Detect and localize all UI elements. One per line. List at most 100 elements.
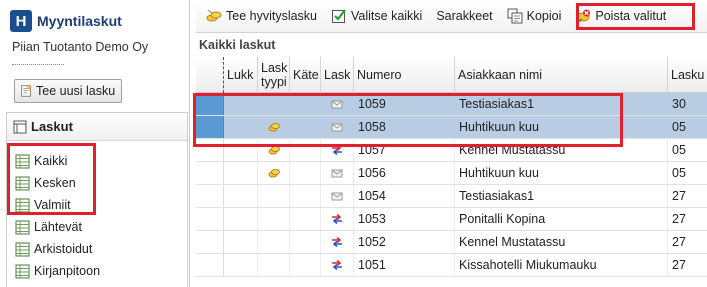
copy-button[interactable]: Kopioi [503,5,566,27]
cell-status [321,254,354,276]
cell-date: 05 [668,162,707,184]
sheet-icon [15,264,30,278]
cell-customer: Testiasiakas1 [455,93,668,115]
copy-icon [507,8,523,24]
cell-locked [224,93,258,115]
table-row[interactable]: 1053 Ponitalli Kopina 27 [196,208,707,231]
transfer-arrows-icon [332,214,342,224]
row-select-handle[interactable] [196,208,224,230]
company-name: Piian Tuotanto Demo Oy [12,40,149,54]
table-row[interactable]: 1054 Testiasiakas1 27 [196,185,707,208]
cell-invoice-type [258,162,290,184]
cell-locked [224,139,258,161]
envelope-icon [331,100,343,109]
nav-item-kaikki[interactable]: Kaikki [15,150,100,172]
row-select-handle[interactable] [196,231,224,253]
sheet-icon [15,220,30,234]
sidebar: H Myyntilaskut Piian Tuotanto Demo Oy Te… [0,0,190,287]
column-header-locked[interactable]: Lukk [224,57,258,93]
nav-item-kesken[interactable]: Kesken [15,172,100,194]
row-select-handle[interactable] [196,254,224,276]
coins-icon [268,169,280,178]
new-invoice-label: Tee uusi lasku [36,84,116,98]
invoices-nav-header[interactable]: Laskut [7,113,187,141]
new-invoice-button[interactable]: Tee uusi lasku [14,79,123,103]
delete-selected-button[interactable]: Poista valitut [571,5,670,27]
row-select-handle[interactable] [196,185,224,207]
cell-invoice-type [258,139,290,161]
coins-icon [268,123,280,132]
delete-icon [576,9,591,23]
nav-item-label: Kaikki [34,154,68,168]
envelope-icon [331,169,343,178]
cell-date: 27 [668,208,707,230]
column-header-customer[interactable]: Asiakkaan nimi [455,57,668,93]
nav-item-label: Valmiit [34,198,71,212]
app-header: H Myyntilaskut [10,10,122,32]
cell-date: 27 [668,185,707,207]
cell-cash [290,162,321,184]
credit-note-label: Tee hyvityslasku [226,9,318,23]
cell-cash [290,139,321,161]
cell-customer: Ponitalli Kopina [455,208,668,230]
column-header-number[interactable]: Numero [354,57,455,93]
nav-item-label: Lähtevät [34,220,82,234]
columns-button[interactable]: Sarakkeet [432,5,496,27]
checkbox-checked-icon [332,9,346,23]
cell-customer: Huhtikuun kuu [455,162,668,184]
columns-label: Sarakkeet [436,9,493,23]
cell-locked [224,231,258,253]
nav-item-arkistoidut[interactable]: Arkistoidut [15,238,100,260]
coins-icon [268,146,280,155]
toolbar: Tee hyvityslasku Valitse kaikki Sarakkee… [196,0,707,33]
table-row[interactable]: 1057 Kennel Mustatassu 05 [196,139,707,162]
cell-invoice-type [258,208,290,230]
cell-number: 1052 [354,231,455,253]
cell-invoice-type [258,185,290,207]
row-select-handle[interactable] [196,116,224,138]
table-row[interactable]: 1051 Kissahotelli Miukumauku 27 [196,254,707,277]
table-row[interactable]: 1059 Testiasiakas1 30 [196,93,707,116]
column-header-invoice-type[interactable]: Lask tyypi [258,57,290,93]
cell-number: 1051 [354,254,455,276]
cell-status [321,185,354,207]
cell-date: 05 [668,139,707,161]
app-logo: H [10,10,32,32]
cell-status [321,162,354,184]
nav-item-valmiit[interactable]: Valmiit [15,194,100,216]
envelope-icon [331,123,343,132]
grid-header: Lukk Lask tyypi Käte Lask Numero Asiakka… [196,57,707,93]
nav-item-kirjanpitoon[interactable]: Kirjanpitoon [15,260,100,282]
cell-cash [290,208,321,230]
cell-date: 27 [668,231,707,253]
cell-cash [290,254,321,276]
cell-customer: Kennel Mustatassu [455,139,668,161]
coins-icon [206,9,222,22]
table-row[interactable]: 1056 Huhtikuun kuu 05 [196,162,707,185]
nav-item-lahtevat[interactable]: Lähtevät [15,216,100,238]
cell-cash [290,231,321,253]
cell-cash [290,185,321,207]
cell-date: 27 [668,254,707,276]
credit-note-button[interactable]: Tee hyvityslasku [202,5,321,27]
column-header-status[interactable]: Lask [321,57,354,93]
nav-item-label: Arkistoidut [34,242,93,256]
table-row[interactable]: 1052 Kennel Mustatassu 27 [196,231,707,254]
row-select-handle[interactable] [196,93,224,115]
column-header-cash[interactable]: Käte [290,57,321,93]
column-header-date[interactable]: Lasku [668,57,707,93]
transfer-arrows-icon [332,145,342,155]
cell-customer: Kissahotelli Miukumauku [455,254,668,276]
cell-number: 1053 [354,208,455,230]
row-select-handle[interactable] [196,139,224,161]
row-select-handle[interactable] [196,162,224,184]
row-select-header [196,57,224,93]
divider [12,64,64,65]
cell-locked [224,116,258,138]
cell-number: 1056 [354,162,455,184]
select-all-button[interactable]: Valitse kaikki [327,5,426,27]
cell-customer: Kennel Mustatassu [455,231,668,253]
envelope-icon [331,192,343,201]
copy-label: Kopioi [526,9,562,23]
table-row[interactable]: 1058 Huhtikuun kuu 05 [196,116,707,139]
